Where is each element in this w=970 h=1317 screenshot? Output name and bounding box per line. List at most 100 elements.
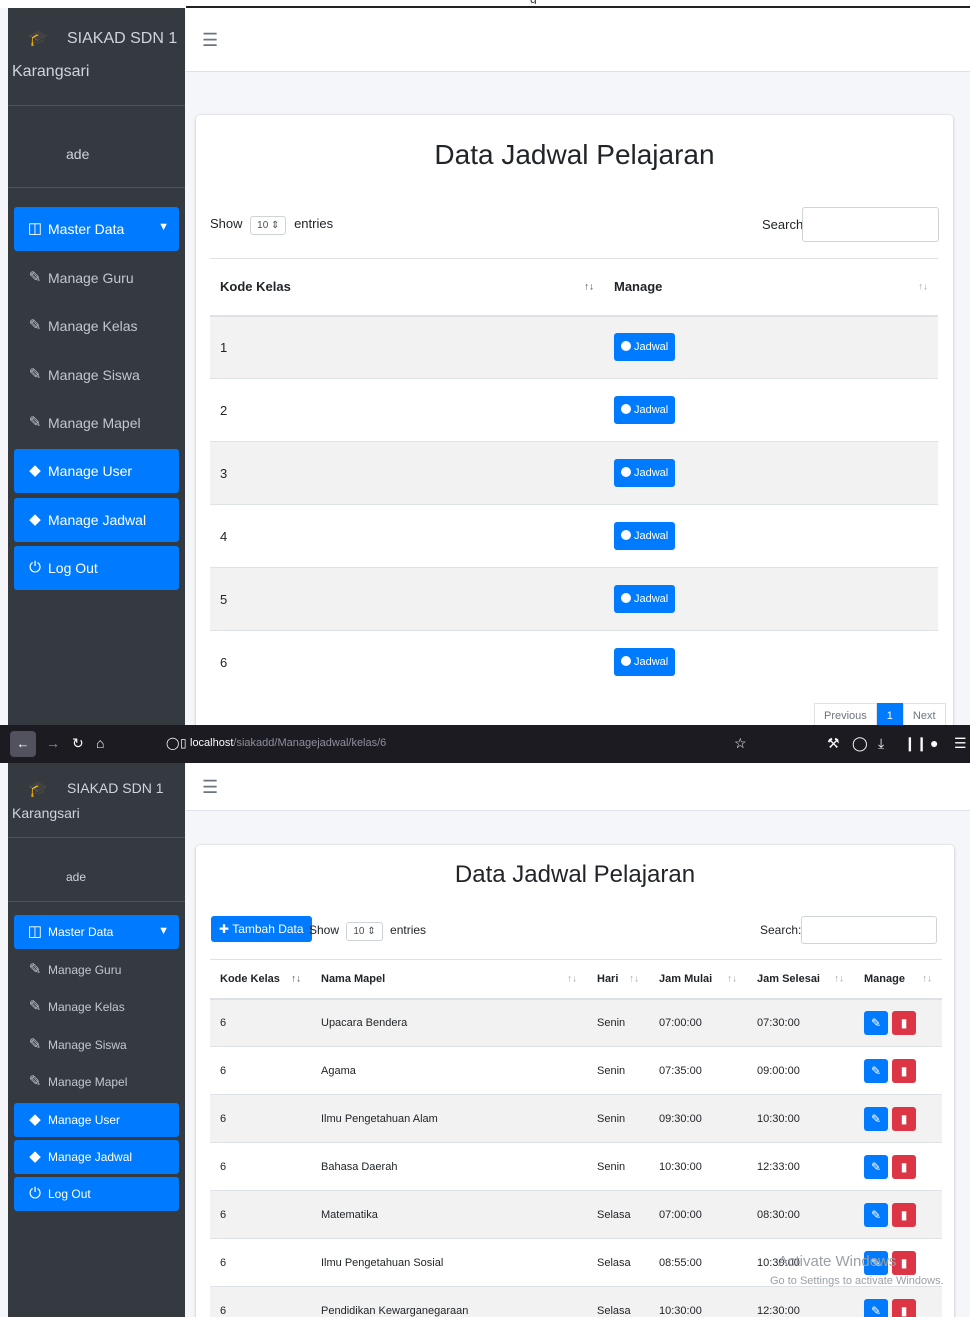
clock-icon bbox=[621, 593, 631, 603]
column-header-jam-selesai[interactable]: Jam Selesai ↑↓ bbox=[747, 959, 854, 1000]
header-label: Hari bbox=[597, 972, 619, 985]
chevron-down-icon: ▼ bbox=[158, 925, 169, 937]
sort-icon: ↑↓ bbox=[291, 973, 301, 985]
user-name[interactable]: ade bbox=[66, 870, 86, 884]
nav-label: Manage Jadwal bbox=[48, 512, 147, 528]
table-row: 6 Pendidikan Kewarganegaraan Selasa 10:3… bbox=[210, 1286, 942, 1317]
pocket-icon[interactable]: ◯ bbox=[852, 735, 868, 752]
screenshot-1: g 🎓 SIAKAD SDN 1 Karangsari ade ◫ Master… bbox=[0, 0, 970, 725]
table-row: 6 Jadwal bbox=[210, 630, 938, 694]
entries-control: Show 10 ⇕ entries bbox=[210, 216, 333, 235]
trash-icon[interactable]: ▮ bbox=[892, 1106, 916, 1131]
column-header-kode-kelas[interactable]: Kode Kelas ↑↓ bbox=[210, 959, 311, 1000]
jadwal-button[interactable]: Jadwal bbox=[614, 648, 676, 677]
hari-cell: Senin bbox=[587, 998, 649, 1047]
jadwal-button[interactable]: Jadwal bbox=[614, 459, 676, 487]
user-panel: ade bbox=[8, 838, 185, 902]
menu-icon[interactable]: ☰ bbox=[954, 735, 967, 752]
nav-log-out[interactable]: ⏻ Log Out bbox=[14, 1177, 179, 1211]
home-icon[interactable]: ⌂ bbox=[96, 735, 104, 751]
library-icon[interactable]: ❙❙ bbox=[904, 735, 927, 752]
nav-manage-siswa[interactable]: ✎ Manage Siswa bbox=[14, 1028, 179, 1062]
nav-manage-guru[interactable]: ✎ Manage Guru bbox=[14, 256, 179, 300]
header-label: Manage bbox=[864, 972, 905, 985]
column-header-manage[interactable]: Manage ↑↓ bbox=[854, 959, 942, 1000]
edit-icon[interactable]: ✎ bbox=[864, 1202, 888, 1227]
trash-icon[interactable]: ▮ bbox=[892, 1202, 916, 1227]
forward-arrow-icon[interactable]: → bbox=[46, 735, 60, 751]
edit-icon: ✎ bbox=[28, 961, 42, 978]
entries-select[interactable]: 10 ⇕ bbox=[250, 216, 287, 235]
power-icon: ⏻ bbox=[29, 559, 41, 576]
trash-icon[interactable]: ▮ bbox=[892, 1298, 916, 1317]
nav-manage-kelas[interactable]: ✎ Manage Kelas bbox=[14, 990, 179, 1024]
column-header-kode-kelas[interactable]: Kode Kelas ↑↓ bbox=[210, 258, 604, 317]
wrench-icon[interactable]: ⚒ bbox=[827, 735, 840, 752]
previous-page-button[interactable]: Previous bbox=[814, 703, 877, 725]
jadwal-button[interactable]: Jadwal bbox=[614, 333, 676, 362]
nav-manage-user[interactable]: ◆ Manage User bbox=[14, 1103, 179, 1137]
header-label: Kode Kelas bbox=[220, 972, 280, 985]
jadwal-button[interactable]: Jadwal bbox=[614, 522, 676, 550]
column-header-manage[interactable]: Manage ↑↓ bbox=[604, 258, 938, 317]
jam-mulai-cell: 07:00:00 bbox=[649, 998, 747, 1047]
back-arrow-icon[interactable]: ← bbox=[10, 731, 36, 757]
trash-icon[interactable]: ▮ bbox=[892, 1010, 916, 1035]
edit-icon[interactable]: ✎ bbox=[864, 1154, 888, 1179]
edit-icon[interactable]: ✎ bbox=[864, 1298, 888, 1317]
trash-icon[interactable]: ▮ bbox=[892, 1058, 916, 1083]
sort-icon: ↑↓ bbox=[567, 973, 577, 985]
nav-label: Manage Mapel bbox=[48, 1075, 128, 1089]
tambah-data-button[interactable]: ✚ Tambah Data bbox=[211, 916, 312, 942]
kode-kelas-cell: 1 bbox=[210, 315, 604, 379]
nav-label: Manage Kelas bbox=[48, 1000, 125, 1014]
nav-manage-siswa[interactable]: ✎ Manage Siswa bbox=[14, 353, 179, 397]
column-header-hari[interactable]: Hari ↑↓ bbox=[587, 959, 649, 1000]
jadwal-button[interactable]: Jadwal bbox=[614, 585, 676, 613]
nav-manage-jadwal[interactable]: ◆ Manage Jadwal bbox=[14, 1140, 179, 1174]
hamburger-icon[interactable]: ☰ bbox=[202, 777, 218, 798]
search-input[interactable] bbox=[801, 916, 937, 944]
bookmark-star-icon[interactable]: ☆ bbox=[734, 735, 747, 752]
nav-master-data[interactable]: ◫ Master Data ▼ bbox=[14, 915, 179, 949]
table-row: 6 Ilmu Pengetahuan Alam Senin 09:30:00 1… bbox=[210, 1094, 942, 1143]
reload-icon[interactable]: ↻ bbox=[72, 735, 84, 752]
edit-icon[interactable]: ✎ bbox=[864, 1106, 888, 1131]
next-page-button[interactable]: Next bbox=[902, 703, 946, 725]
show-label: Show bbox=[309, 923, 340, 937]
nav-master-data[interactable]: ◫ Master Data ▼ bbox=[14, 207, 179, 251]
nav-manage-user[interactable]: ◆ Manage User bbox=[14, 449, 179, 493]
edit-icon: ✎ bbox=[28, 317, 42, 334]
windows-watermark-subtitle: Go to Settings to activate Windows. bbox=[770, 1275, 944, 1287]
nav-manage-kelas[interactable]: ✎ Manage Kelas bbox=[14, 304, 179, 348]
trash-icon[interactable]: ▮ bbox=[892, 1154, 916, 1179]
nav-manage-guru[interactable]: ✎ Manage Guru bbox=[14, 953, 179, 987]
column-header-nama-mapel[interactable]: Nama Mapel ↑↓ bbox=[311, 959, 587, 1000]
kode-kelas-cell: 6 bbox=[210, 1094, 311, 1143]
brand[interactable]: 🎓 SIAKAD SDN 1 Karangsari bbox=[8, 763, 185, 838]
address-bar[interactable]: localhost/siakadd/Managejadwal/kelas/6 bbox=[190, 737, 386, 749]
nama-mapel-cell: Agama bbox=[311, 1046, 587, 1095]
page-1-button[interactable]: 1 bbox=[876, 703, 903, 725]
nav-manage-mapel[interactable]: ✎ Manage Mapel bbox=[14, 401, 179, 445]
pagination: Previous 1 Next bbox=[814, 703, 946, 725]
account-icon[interactable]: ● bbox=[930, 735, 938, 751]
edit-icon[interactable]: ✎ bbox=[864, 1010, 888, 1035]
brand[interactable]: 🎓 SIAKAD SDN 1 Karangsari bbox=[8, 8, 185, 106]
shield-icon[interactable]: ◯ bbox=[166, 736, 179, 750]
table-row: 6 Bahasa Daerah Senin 10:30:00 12:33:00 … bbox=[210, 1142, 942, 1191]
column-header-jam-mulai[interactable]: Jam Mulai ↑↓ bbox=[649, 959, 747, 1000]
user-name[interactable]: ade bbox=[66, 146, 89, 162]
nav-manage-mapel[interactable]: ✎ Manage Mapel bbox=[14, 1065, 179, 1099]
nav-manage-jadwal[interactable]: ◆ Manage Jadwal bbox=[14, 498, 179, 542]
download-icon[interactable]: ⤓ bbox=[878, 735, 884, 752]
hamburger-icon[interactable]: ☰ bbox=[202, 30, 218, 51]
edit-icon[interactable]: ✎ bbox=[864, 1058, 888, 1083]
edit-icon: ✎ bbox=[28, 414, 42, 431]
entries-select[interactable]: 10 ⇕ bbox=[346, 922, 383, 941]
search-input[interactable] bbox=[802, 207, 939, 242]
button-label: Jadwal bbox=[634, 530, 669, 542]
jadwal-button[interactable]: Jadwal bbox=[614, 396, 676, 424]
kode-kelas-cell: 2 bbox=[210, 378, 604, 442]
nav-log-out[interactable]: ⏻ Log Out bbox=[14, 546, 179, 590]
